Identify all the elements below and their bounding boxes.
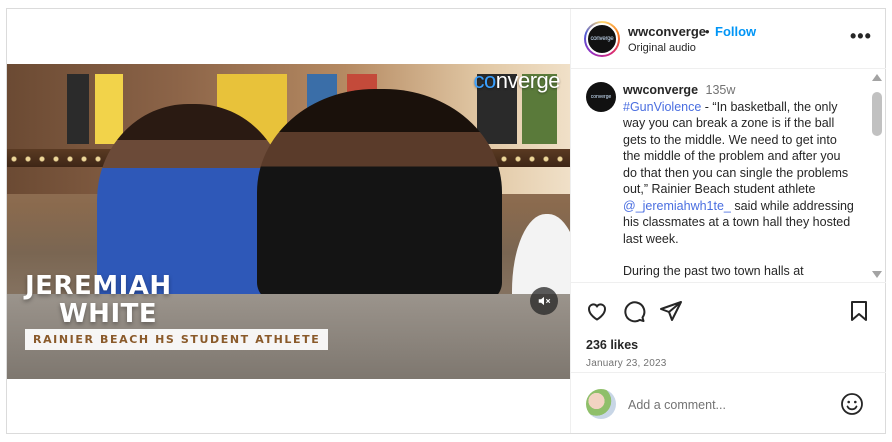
mention-link[interactable]: @_jeremiahwh1te_ <box>623 199 731 213</box>
more-options-icon[interactable]: ••• <box>850 27 872 45</box>
audio-label[interactable]: Original audio <box>628 42 696 54</box>
post-date[interactable]: January 23, 2023 <box>586 358 666 369</box>
name-line-2: WHITE <box>59 299 158 329</box>
video-player[interactable]: converge JEREMIAH WHITE RAINIER BEACH HS… <box>7 64 570 379</box>
action-bar: 236 likes January 23, 2023 <box>571 282 886 372</box>
add-comment-bar <box>571 372 886 433</box>
caption-paragraph-2: During the past two town halls at <box>623 264 804 278</box>
caption-time[interactable]: 135w <box>706 83 736 97</box>
book <box>95 74 123 144</box>
book <box>67 74 89 144</box>
lower-third-name: JEREMIAH WHITE <box>25 272 172 328</box>
comments-area[interactable]: converge wwconverge 135w #GunViolence - … <box>571 70 886 282</box>
caption-body: wwconverge 135w #GunViolence - “In baske… <box>623 82 855 280</box>
author-avatar[interactable]: converge <box>584 21 620 57</box>
scroll-up-arrow[interactable] <box>872 74 882 81</box>
scroll-thumb[interactable] <box>872 92 882 136</box>
share-icon[interactable] <box>659 299 683 323</box>
bookmark-icon[interactable] <box>847 299 871 323</box>
scroll-down-arrow[interactable] <box>872 271 882 278</box>
comment-icon[interactable] <box>622 299 646 323</box>
logo-suffix: nverge <box>495 68 561 93</box>
avatar-image: converge <box>586 23 618 55</box>
post-sidebar: converge wwconverge • Follow Original au… <box>570 9 886 433</box>
post-dialog: converge JEREMIAH WHITE RAINIER BEACH HS… <box>6 8 886 434</box>
lower-third-title: RAINIER BEACH HS STUDENT ATHLETE <box>25 329 329 350</box>
scrollbar[interactable] <box>871 70 883 282</box>
post-header: converge wwconverge • Follow Original au… <box>571 9 886 69</box>
heart-icon[interactable] <box>585 299 609 323</box>
comment-input[interactable] <box>628 395 818 415</box>
likes-count[interactable]: 236 likes <box>586 338 638 352</box>
speaker-muted-icon <box>538 296 551 306</box>
student-speaking <box>257 89 502 304</box>
emoji-icon[interactable] <box>840 392 864 416</box>
converge-logo: converge <box>473 68 560 94</box>
author-username[interactable]: wwconverge <box>628 24 706 39</box>
logo-prefix: co <box>473 68 496 93</box>
media-panel: converge JEREMIAH WHITE RAINIER BEACH HS… <box>7 9 570 433</box>
hashtag-link[interactable]: #GunViolence <box>623 100 701 114</box>
separator-dot: • <box>705 24 710 39</box>
follow-button[interactable]: Follow <box>715 24 756 39</box>
mute-button[interactable] <box>530 287 558 315</box>
name-line-1: JEREMIAH <box>25 271 172 301</box>
caption-avatar[interactable]: converge <box>586 82 616 112</box>
current-user-avatar[interactable] <box>586 389 616 419</box>
caption-username[interactable]: wwconverge <box>623 83 698 97</box>
